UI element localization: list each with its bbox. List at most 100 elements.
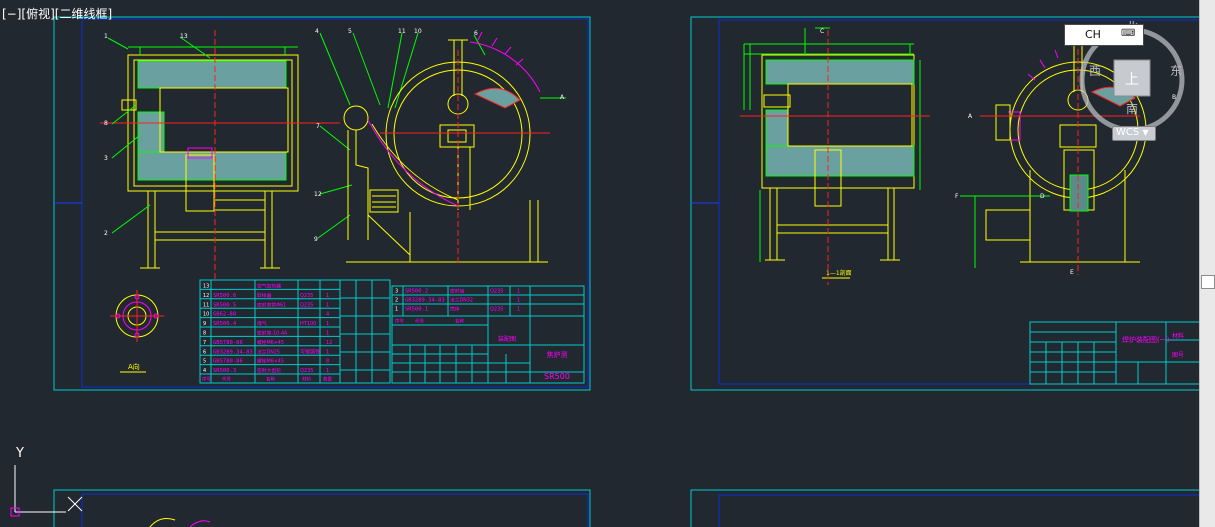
- vertical-scrollbar[interactable]: [1199, 0, 1215, 527]
- bom-header: 名称: [266, 376, 275, 383]
- bom-qty: 1: [326, 321, 329, 327]
- bom-qty: 1: [326, 368, 329, 374]
- chevron-down-icon: ▼: [1142, 128, 1149, 137]
- viewcube-south[interactable]: 南: [1126, 101, 1138, 116]
- sheet-3[interactable]: [53, 489, 591, 527]
- bom-mat: Q235: [490, 289, 503, 295]
- bom-qty: 1: [517, 289, 520, 295]
- burner: [473, 87, 521, 109]
- bom-code: GB3289.34-83: [405, 298, 445, 304]
- leader-label: C: [820, 28, 824, 35]
- leader-label: 5: [348, 28, 352, 35]
- bom-no: 1: [395, 307, 398, 313]
- sheet-4[interactable]: [690, 489, 1200, 527]
- title-block-field: 材料: [1172, 332, 1184, 340]
- bom-name: 筒体: [450, 306, 460, 313]
- ime-label: CH: [1085, 28, 1101, 41]
- bom-header: 序号: [395, 318, 404, 325]
- bom-code: SR500.6: [213, 293, 236, 299]
- section-label: A向: [128, 362, 140, 371]
- bom-qty: 1: [326, 302, 329, 308]
- bom-code: SR500.2: [405, 289, 428, 295]
- insulation-top: [137, 60, 287, 89]
- section-view[interactable]: [761, 54, 915, 279]
- bom-name: 取样器: [257, 292, 272, 299]
- bom-no: 8: [203, 331, 206, 337]
- bom-header: 数量: [323, 376, 332, 383]
- keyboard-icon: ⌨: [1121, 28, 1136, 39]
- bom-name: 密封齿: [450, 288, 465, 295]
- bom-no: 11: [203, 302, 209, 308]
- bom-code: GB62-88: [213, 312, 236, 318]
- scrollbar-thumb[interactable]: [1201, 275, 1215, 289]
- bom-qty: 4: [326, 312, 329, 318]
- bom-code: SR500.3: [213, 368, 236, 374]
- leader-label: 13: [180, 33, 188, 40]
- leader-label: 2: [104, 230, 108, 237]
- bom-code: GB5780-86: [213, 359, 243, 365]
- bom-qty: 1: [326, 293, 329, 299]
- bom-code: GB3289.34-83: [213, 349, 253, 355]
- flange-detail[interactable]: [110, 290, 164, 373]
- bom-no: 13: [203, 284, 209, 290]
- right-circular-view[interactable]: [343, 31, 566, 265]
- bom-name: 密封类管Φ61: [257, 301, 286, 308]
- viewcube-west[interactable]: 西: [1089, 64, 1101, 78]
- leader-label: 9: [314, 236, 318, 243]
- title-block-title: 装配图: [498, 335, 516, 343]
- bom-name: 密封大齿轮: [257, 367, 281, 374]
- bom-mat: 可锻铸铁: [300, 348, 320, 355]
- bom-mat: HT100: [300, 321, 316, 327]
- leader-label: F: [955, 193, 959, 200]
- leader-label: 12: [314, 191, 322, 198]
- title-block-name: 焦炉测: [547, 350, 568, 359]
- leader-label: E: [1070, 269, 1074, 276]
- motor: [369, 189, 399, 213]
- bom-header: 代号: [222, 376, 231, 383]
- chamber: [159, 87, 289, 153]
- bom-name: 煤气: [257, 320, 267, 327]
- bom-name: 螺栓M6×45: [257, 358, 284, 365]
- viewport-label[interactable]: [−][俯视][二维线框]: [2, 5, 112, 22]
- bom-no: 2: [395, 298, 398, 304]
- title-block-title: 焊炉装配图(一): [1122, 335, 1170, 344]
- bom-code: SR500.5: [213, 302, 236, 308]
- sheet-1[interactable]: [53, 16, 591, 391]
- bom-header: 名称: [455, 318, 464, 325]
- bom-no: 5: [203, 359, 206, 365]
- wcs-label: WCS: [1116, 127, 1140, 138]
- ime-indicator[interactable]: CH ⌨: [1064, 24, 1144, 46]
- bom-no: 4: [203, 368, 206, 374]
- viewcube-east[interactable]: 东: [1170, 64, 1182, 78]
- leader-label: 1: [104, 33, 108, 40]
- bom-header: 序号: [202, 376, 211, 383]
- title-block-drawing-no: SR500: [544, 372, 570, 381]
- leader-label: 7: [316, 123, 320, 130]
- bom-qty: 12: [326, 340, 332, 346]
- bom-code: GB5780-86: [213, 340, 243, 346]
- bom-name: 法兰DN25: [257, 348, 280, 355]
- leader-label: A: [968, 113, 973, 120]
- bom-mat: Q235: [300, 302, 313, 308]
- bom-no: 10: [203, 312, 209, 318]
- left-elevation-view[interactable]: [121, 46, 299, 269]
- bom-qty: 1: [326, 349, 329, 355]
- bom-name: 螺栓M6×45: [257, 339, 284, 346]
- bom-qty: 1: [517, 298, 520, 304]
- bom-no: 9: [203, 321, 206, 327]
- bom-mat: Q235: [490, 307, 503, 313]
- bom-name: 密封类-10-4A: [257, 330, 288, 337]
- port: [439, 124, 475, 148]
- bom-qty: 1: [517, 307, 520, 313]
- leader-label: 10: [414, 28, 422, 35]
- drawing-canvas[interactable]: 11345111068327129AA向CBAFDE1—1剖面YX 13空气加热…: [0, 0, 1200, 527]
- viewcube-face-label: 上: [1125, 72, 1139, 88]
- bom-qty: 1: [326, 331, 329, 337]
- bom-qty: 8: [326, 359, 329, 365]
- bom-name: 法兰DN32: [450, 297, 473, 304]
- motor-pulley: [343, 105, 369, 131]
- bom-no: 12: [203, 293, 209, 299]
- bom-name: 空气加热器: [257, 283, 281, 290]
- wcs-menu[interactable]: WCS ▼: [1112, 126, 1156, 141]
- leader-label: 3: [104, 155, 108, 162]
